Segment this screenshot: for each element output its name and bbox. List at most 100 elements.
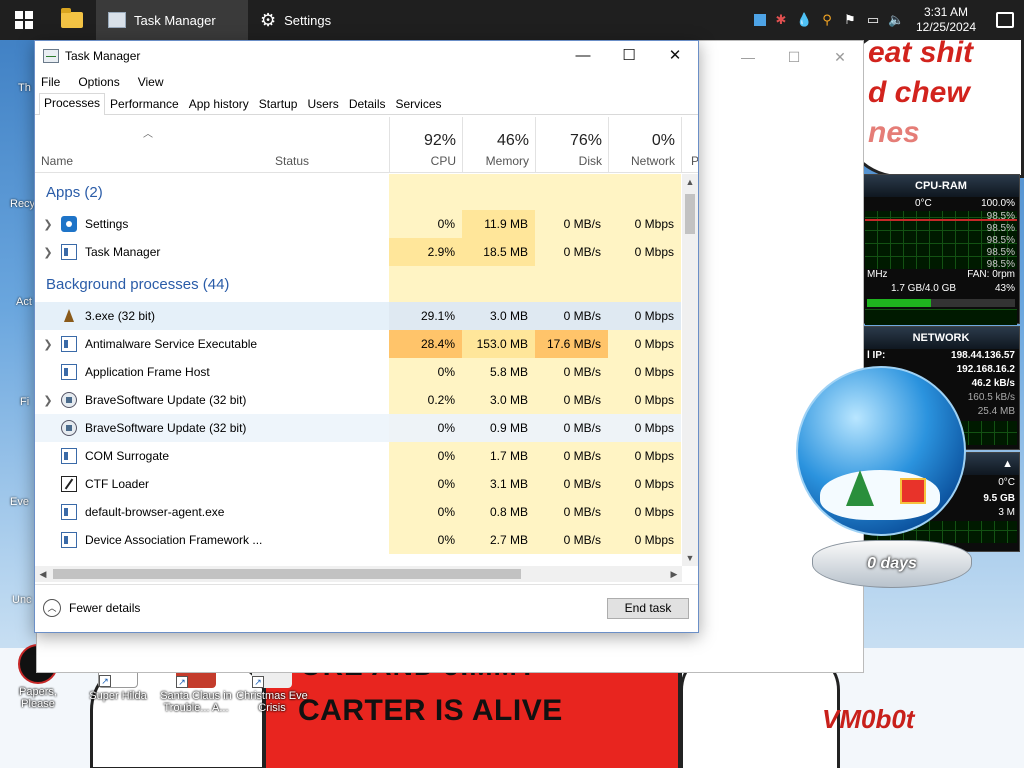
settings-minimize-icon[interactable]: — — [725, 41, 771, 73]
table-row[interactable]: 3.exe (32 bit) 29.1% 3.0 MB 0 MB/s 0 Mbp… — [35, 302, 682, 330]
desktop-icon-edge-5[interactable]: Eve — [0, 476, 34, 520]
menu-bar: File Options View — [35, 71, 698, 93]
tray-flag-icon[interactable]: ⚑ — [842, 12, 858, 28]
desktop-icon-santa-claus[interactable]: ↗ Santa Claus in Trouble... A... — [160, 666, 232, 714]
cpu-total: 100.0% — [981, 198, 1015, 209]
tab-processes[interactable]: Processes — [39, 93, 106, 115]
ram-bar — [867, 299, 1015, 307]
task-manager-window[interactable]: Task Manager — ☐ ✕ File Options View Pro… — [34, 40, 699, 633]
vertical-scroll-thumb[interactable] — [685, 194, 695, 234]
system-tray: ✱ 💧 ⚲ ⚑ ▭ 🔈 3:31 AM 12/25/2024 — [754, 0, 1024, 40]
scroll-right-icon[interactable]: ▶ — [666, 566, 682, 582]
file-explorer-button[interactable] — [48, 0, 96, 40]
cpu-core-4: 98.5% — [986, 247, 1015, 258]
table-row[interactable]: Application Frame Host 0% 5.8 MB 0 MB/s … — [35, 358, 682, 386]
desktop-icon-edge-3[interactable]: Act — [0, 276, 34, 320]
tab-users[interactable]: Users — [302, 94, 343, 114]
disk-cell: 0 MB/s — [535, 358, 608, 386]
column-disk[interactable]: 76% Disk — [535, 117, 608, 173]
close-button[interactable]: ✕ — [652, 41, 698, 71]
speech-line-2: d chew — [868, 76, 970, 109]
desktop-icon-edge-label: Act — [16, 296, 32, 308]
scroll-up-icon[interactable]: ▲ — [682, 174, 698, 190]
column-memory-label: Memory — [485, 154, 529, 168]
tray-drop-icon[interactable]: 💧 — [796, 12, 812, 28]
clock-time: 3:31 AM — [923, 5, 969, 19]
column-cpu-label: CPU — [430, 154, 456, 168]
horizontal-scroll-thumb[interactable] — [53, 569, 521, 579]
table-row[interactable]: BraveSoftware Update (32 bit) 0% 0.9 MB … — [35, 414, 682, 442]
desktop-icon-edge-1[interactable]: Th — [0, 60, 34, 104]
vertical-scrollbar[interactable]: ▲ ▼ — [682, 174, 698, 566]
group-background-processes[interactable]: Background processes (44) — [35, 266, 682, 302]
cpu-graph: 98.5% 98.5% 98.5% 98.5% 98.5% — [863, 211, 1019, 270]
start-button[interactable] — [0, 0, 48, 40]
notifications-icon[interactable] — [996, 12, 1014, 28]
maximize-button[interactable]: ☐ — [606, 41, 652, 71]
drive-used: 3 M — [998, 507, 1015, 518]
cpu-cell: 0% — [389, 470, 462, 498]
column-status-label: Status — [275, 154, 310, 168]
expand-chevron-icon[interactable]: ❯ — [35, 246, 61, 259]
table-row[interactable]: COM Surrogate 0% 1.7 MB 0 MB/s 0 Mbps — [35, 442, 682, 470]
settings-maximize-icon[interactable]: ☐ — [771, 41, 817, 73]
column-power-label: P — [691, 154, 698, 168]
table-row[interactable]: ❯ Task Manager 2.9% 18.5 MB 0 MB/s 0 Mbps — [35, 238, 682, 266]
tray-security-icon[interactable]: ✱ — [773, 12, 789, 28]
tray-app-icon[interactable] — [754, 14, 766, 26]
table-row[interactable]: CTF Loader 0% 3.1 MB 0 MB/s 0 Mbps — [35, 470, 682, 498]
tab-performance[interactable]: Performance — [105, 94, 184, 114]
table-row[interactable]: Device Association Framework ... 0% 2.7 … — [35, 526, 682, 554]
table-row[interactable]: ❯ BraveSoftware Update (32 bit) 0.2% 3.0 … — [35, 386, 682, 414]
column-status[interactable]: Status — [269, 117, 389, 173]
menu-file[interactable]: File — [41, 75, 60, 89]
cpu-ram-gadget[interactable]: CPU-RAM 0°C 100.0% 98.5% 98.5% 98.5% 98.… — [862, 174, 1020, 325]
desktop-icon-edge-4[interactable]: Fi — [0, 376, 34, 420]
wallpaper-signature: VM0b0t — [822, 704, 915, 734]
process-name: default-browser-agent.exe — [85, 505, 225, 519]
cpu-cell: 0% — [389, 358, 462, 386]
tab-details[interactable]: Details — [344, 94, 391, 114]
taskbar-settings[interactable]: ⚙ Settings — [248, 0, 358, 40]
cpu-core-5: 98.5% — [986, 259, 1015, 270]
tab-app-history[interactable]: App history — [184, 94, 254, 114]
menu-view[interactable]: View — [138, 75, 164, 89]
snow-globe-base: 0 days — [812, 540, 972, 588]
service-window-icon — [61, 364, 77, 380]
end-task-button[interactable]: End task — [607, 598, 689, 619]
settings-close-icon[interactable]: ✕ — [817, 41, 863, 73]
expand-chevron-icon[interactable]: ❯ — [35, 218, 61, 231]
process-name: CTF Loader — [85, 477, 150, 491]
minimize-button[interactable]: — — [560, 41, 606, 71]
column-memory[interactable]: 46% Memory — [462, 117, 535, 173]
network-icon[interactable]: ▭ — [865, 12, 881, 28]
tab-services[interactable]: Services — [391, 94, 447, 114]
tab-startup[interactable]: Startup — [254, 94, 303, 114]
fewer-details-button[interactable]: ︿ Fewer details — [43, 599, 140, 617]
table-row[interactable]: default-browser-agent.exe 0% 0.8 MB 0 MB… — [35, 498, 682, 526]
taskbar-clock[interactable]: 3:31 AM 12/25/2024 — [911, 5, 981, 35]
volume-muted-icon[interactable]: 🔈 — [888, 12, 904, 28]
column-power[interactable]: P — [682, 117, 698, 173]
desktop-icon-edge-6[interactable]: Unc — [0, 574, 34, 618]
tray-search-icon[interactable]: ⚲ — [819, 12, 835, 28]
column-cpu[interactable]: 92% CPU — [389, 117, 462, 173]
tab-strip: Processes Performance App history Startu… — [35, 93, 698, 115]
table-row[interactable]: ❯ Antimalware Service Executable 28.4% 15… — [35, 330, 682, 358]
task-manager-titlebar[interactable]: Task Manager — ☐ ✕ — [35, 41, 698, 71]
desktop-icon-christmas-eve-crisis[interactable]: ↗ Christmas Eve Crisis — [236, 666, 308, 714]
scroll-left-icon[interactable]: ◀ — [35, 566, 51, 582]
column-name[interactable]: Name — [35, 117, 267, 173]
scroll-down-icon[interactable]: ▼ — [682, 550, 698, 566]
speech-line-1: eat shit — [868, 36, 974, 69]
desktop-icon-recycle[interactable]: Recy — [0, 178, 35, 222]
expand-chevron-icon[interactable]: ❯ — [35, 338, 61, 351]
group-apps[interactable]: Apps (2) — [35, 174, 682, 210]
horizontal-scrollbar[interactable]: ◀ ▶ — [35, 566, 682, 582]
menu-options[interactable]: Options — [78, 75, 119, 89]
expand-chevron-icon[interactable]: ❯ — [35, 394, 61, 407]
column-network[interactable]: 0% Network — [608, 117, 681, 173]
taskbar-task-manager[interactable]: Task Manager — [96, 0, 248, 40]
table-row[interactable]: ❯ Settings 0% 11.9 MB 0 MB/s 0 Mbps — [35, 210, 682, 238]
ram-usage: 1.7 GB/4.0 GB — [891, 283, 957, 294]
